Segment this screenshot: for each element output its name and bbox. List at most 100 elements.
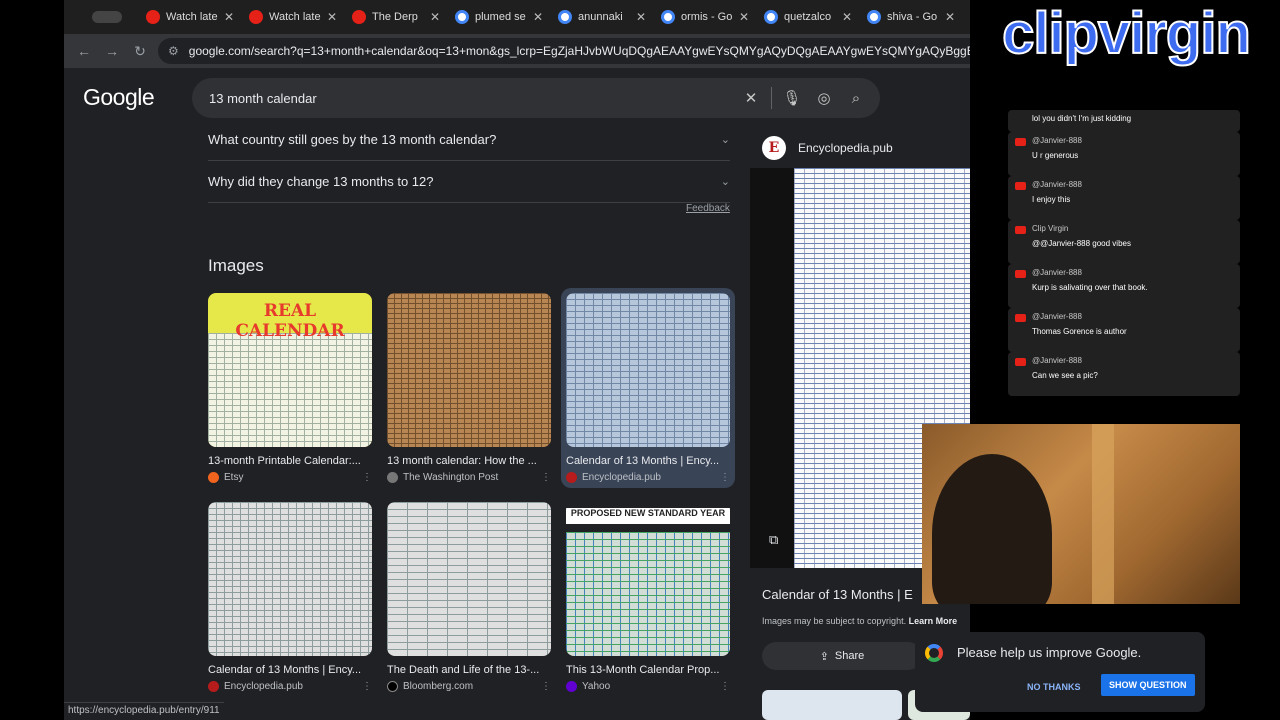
google-logo[interactable]: Google: [83, 84, 155, 111]
more-vert-icon[interactable]: ⋮: [720, 472, 730, 483]
tab-title: ormis - Go: [681, 11, 733, 23]
address-bar[interactable]: ⚙ google.com/search?q=13+month+calendar&…: [158, 38, 970, 64]
image-source: The Washington Post: [403, 472, 499, 483]
image-caption[interactable]: 13 month calendar: How the ...: [387, 455, 551, 467]
site-info-icon[interactable]: ⚙: [168, 44, 179, 58]
browser-tab[interactable]: The Derp ✕: [346, 4, 446, 30]
youtube-icon: [1015, 270, 1026, 278]
feedback-link[interactable]: Feedback: [686, 203, 730, 214]
chat-user: @Janvier-888: [1032, 356, 1082, 365]
no-thanks-button[interactable]: NO THANKS: [1019, 676, 1089, 698]
chat-message: @Janvier-888 I enjoy this: [1008, 176, 1240, 220]
image-result[interactable]: Calendar of 13 Months | Ency... Encyclop…: [208, 502, 372, 692]
preview-source[interactable]: E Encyclopedia.pub: [762, 136, 893, 160]
reload-icon[interactable]: ↻: [126, 43, 154, 60]
feedback-survey-dialog: Please help us improve Google. NO THANKS…: [915, 632, 1205, 712]
lens-search-icon[interactable]: ⧉: [769, 532, 778, 548]
live-chat-overlay: lol you didn't I'm just kidding @Janvier…: [1008, 110, 1240, 396]
chat-text: Thomas Gorence is author: [1032, 327, 1127, 336]
back-icon[interactable]: ←: [70, 43, 98, 59]
copyright-text: Images may be subject to copyright.: [762, 616, 907, 626]
forward-icon[interactable]: →: [98, 43, 126, 59]
close-tab-icon[interactable]: ✕: [842, 10, 852, 24]
browser-tab[interactable]: plumed se ✕: [449, 4, 549, 30]
image-thumbnail[interactable]: [387, 293, 551, 447]
paa-question[interactable]: Why did they change 13 months to 12? ⌄: [208, 161, 730, 203]
image-caption[interactable]: Calendar of 13 Months | Ency...: [208, 664, 372, 676]
survey-question: Please help us improve Google.: [957, 645, 1142, 660]
youtube-icon: [352, 10, 366, 24]
image-caption[interactable]: The Death and Life of the 13-...: [387, 664, 551, 676]
paa-question-text: Why did they change 13 months to 12?: [208, 174, 434, 189]
browser-tab[interactable]: Watch late ✕: [243, 4, 343, 30]
browser-tab[interactable]: quetzalco ✕: [758, 4, 858, 30]
search-input[interactable]: 13 month calendar: [209, 91, 735, 106]
more-vert-icon[interactable]: ⋮: [362, 472, 372, 483]
more-vert-icon[interactable]: ⋮: [720, 681, 730, 692]
image-source: Yahoo: [582, 681, 611, 692]
channel-brand-logo: clipvirgin: [1001, 0, 1252, 67]
youtube-icon: [1015, 138, 1026, 146]
image-thumbnail[interactable]: [208, 502, 372, 656]
related-image[interactable]: [762, 690, 902, 720]
image-result-selected[interactable]: Calendar of 13 Months | Ency... Encyclop…: [561, 288, 735, 488]
image-result[interactable]: REAL CALENDAR 13-month Printable Calenda…: [208, 293, 372, 483]
image-thumbnail[interactable]: REAL CALENDAR: [208, 293, 372, 447]
share-icon: ⇪: [819, 650, 829, 663]
share-button[interactable]: ⇪ Share: [762, 642, 922, 670]
lens-icon[interactable]: ◎: [808, 89, 840, 107]
source-favicon: [566, 472, 577, 483]
source-badge: E: [762, 136, 786, 160]
image-caption[interactable]: 13-month Printable Calendar:...: [208, 455, 372, 467]
tab-title: Watch late: [269, 11, 321, 23]
search-box[interactable]: 13 month calendar ✕ 🎙 ◎ ⌕: [192, 78, 880, 118]
close-tab-icon[interactable]: ✕: [430, 10, 440, 24]
copyright-notice: Images may be subject to copyright. Lear…: [762, 616, 957, 626]
more-vert-icon[interactable]: ⋮: [362, 681, 372, 692]
share-label: Share: [834, 650, 865, 662]
chat-user: @Janvier-888: [1032, 180, 1082, 189]
browser-tab[interactable]: ormis - Go ✕: [655, 4, 755, 30]
preview-title[interactable]: Calendar of 13 Months | E: [762, 587, 913, 602]
google-icon: [661, 10, 675, 24]
image-thumbnail[interactable]: [566, 293, 730, 447]
microphone-icon[interactable]: 🎙: [776, 89, 808, 107]
image-result[interactable]: PROPOSED NEW STANDARD YEAR This 13-Month…: [566, 502, 730, 692]
close-tab-icon[interactable]: ✕: [739, 10, 749, 24]
paa-question[interactable]: What country still goes by the 13 month …: [208, 119, 730, 161]
chat-message: @Janvier-888 U r generous: [1008, 132, 1240, 176]
toolbar: ← → ↻ ⚙ google.com/search?q=13+month+cal…: [64, 34, 970, 68]
google-icon: [867, 10, 881, 24]
chevron-down-icon: ⌄: [720, 176, 730, 188]
clear-icon[interactable]: ✕: [735, 89, 767, 107]
youtube-icon: [146, 10, 160, 24]
status-bar-url: https://encyclopedia.pub/entry/911: [64, 702, 224, 720]
more-vert-icon[interactable]: ⋮: [541, 681, 551, 692]
search-icon[interactable]: ⌕: [840, 90, 872, 107]
close-tab-icon[interactable]: ✕: [945, 10, 955, 24]
more-vert-icon[interactable]: ⋮: [541, 472, 551, 483]
image-caption[interactable]: This 13-Month Calendar Prop...: [566, 664, 730, 676]
webcam-overlay: [922, 424, 1240, 604]
image-result[interactable]: The Death and Life of the 13-... Bloombe…: [387, 502, 551, 692]
close-tab-icon[interactable]: ✕: [636, 10, 646, 24]
image-caption[interactable]: Calendar of 13 Months | Ency...: [566, 455, 730, 467]
image-source: Etsy: [224, 472, 244, 483]
browser-tab[interactable]: shiva - Go ✕: [861, 4, 961, 30]
learn-more-link[interactable]: Learn More: [909, 616, 958, 626]
image-result[interactable]: 13 month calendar: How the ... The Washi…: [387, 293, 551, 483]
chat-text: lol you didn't I'm just kidding: [1032, 114, 1132, 123]
tab-group-chip[interactable]: [84, 4, 130, 30]
address-url[interactable]: google.com/search?q=13+month+calendar&oq…: [189, 44, 970, 58]
preview-source-name[interactable]: Encyclopedia.pub: [798, 141, 893, 155]
browser-tab[interactable]: Watch late ✕: [140, 4, 240, 30]
close-tab-icon[interactable]: ✕: [224, 10, 234, 24]
show-question-button[interactable]: SHOW QUESTION: [1101, 674, 1195, 696]
close-tab-icon[interactable]: ✕: [327, 10, 337, 24]
close-tab-icon[interactable]: ✕: [533, 10, 543, 24]
chat-text: I enjoy this: [1032, 195, 1071, 204]
image-thumbnail[interactable]: [387, 502, 551, 656]
image-thumbnail[interactable]: PROPOSED NEW STANDARD YEAR: [566, 502, 730, 656]
browser-tab[interactable]: anunnaki ✕: [552, 4, 652, 30]
youtube-icon: [1015, 182, 1026, 190]
